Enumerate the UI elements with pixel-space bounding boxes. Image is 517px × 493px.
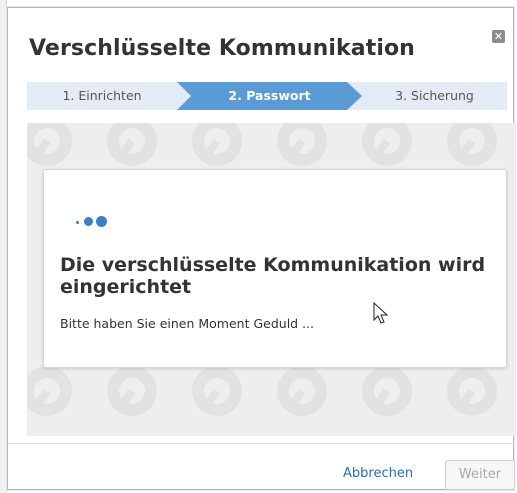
step-einrichten: 1. Einrichten: [62, 88, 142, 103]
step-passwort-label: 2. Passwort: [228, 88, 311, 103]
spinner-dot: [84, 217, 93, 226]
cancel-button[interactable]: Abbrechen: [343, 466, 413, 481]
window-edge: [0, 0, 7, 493]
step-passwort: 2. Passwort: [177, 82, 362, 110]
next-button[interactable]: Weiter: [445, 460, 515, 490]
progress-message: Bitte haben Sie einen Moment Geduld ...: [60, 316, 314, 331]
footer-divider: [8, 443, 515, 444]
content-area: Die verschlüsselte Kommunikation wird ei…: [27, 123, 516, 436]
encryption-setup-dialog: Verschlüsselte Kommunikation ✕ 1. Einric…: [7, 7, 516, 490]
spinner-dot: [96, 216, 107, 227]
spinner-dot: [76, 221, 79, 224]
progress-heading: Die verschlüsselte Kommunikation wird ei…: [60, 254, 486, 298]
step-sicherung: 3. Sicherung: [395, 88, 474, 103]
wizard-steps: 1. Einrichten 2. Passwort 3. Sicherung: [27, 82, 507, 110]
dialog-title: Verschlüsselte Kommunikation: [29, 36, 415, 61]
close-icon[interactable]: ✕: [492, 30, 505, 43]
progress-card: Die verschlüsselte Kommunikation wird ei…: [43, 169, 507, 368]
mouse-pointer-icon: [373, 302, 389, 324]
